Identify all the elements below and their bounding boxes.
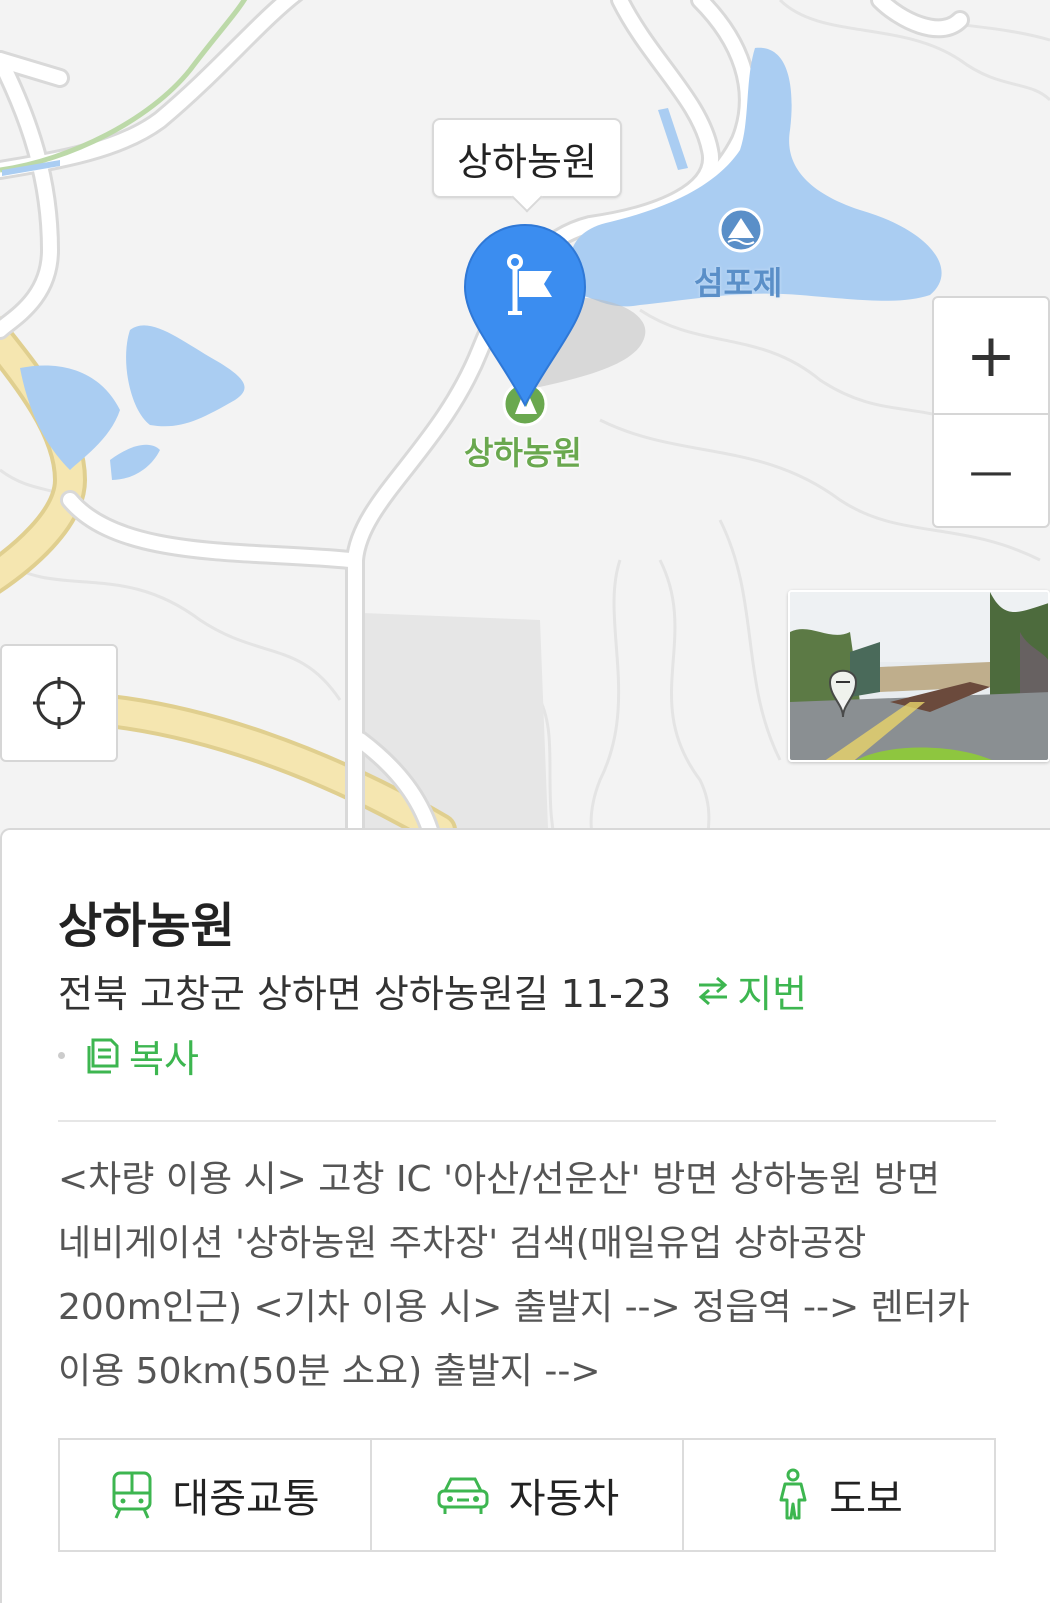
swap-arrows-icon xyxy=(698,976,728,1005)
route-transit-button[interactable]: 대중교통 xyxy=(60,1440,370,1550)
zoom-control: + — xyxy=(932,296,1050,528)
walk-icon xyxy=(779,1468,807,1520)
marker-callout[interactable]: 상하농원 xyxy=(432,118,622,198)
zoom-out-button[interactable]: — xyxy=(934,413,1048,526)
route-walk-label: 도보 xyxy=(829,1476,903,1522)
car-icon xyxy=(437,1477,489,1514)
crosshair-icon xyxy=(33,677,85,729)
route-car-button[interactable]: 자동차 xyxy=(370,1440,682,1550)
current-location-button[interactable] xyxy=(0,644,118,762)
divider xyxy=(58,1120,996,1122)
reservoir-icon xyxy=(718,207,764,253)
minus-icon: — xyxy=(969,446,1013,497)
callout-label: 상하농원 xyxy=(457,139,597,184)
place-title: 상하농원 xyxy=(58,898,235,954)
place-info-panel: 상하농원 전북 고창군 상하면 상하농원길 11-23 지번 복사 <차량 이용… xyxy=(0,828,1050,1603)
map-view[interactable]: 상하농원 상하농원 섬포제 + — xyxy=(0,0,1050,860)
copy-button[interactable]: 복사 xyxy=(85,1028,199,1083)
poi-label[interactable]: 상하농원 xyxy=(464,428,582,474)
bus-icon xyxy=(112,1471,152,1519)
jibun-toggle-button[interactable]: 지번 xyxy=(695,963,807,1018)
street-view-photo xyxy=(790,592,1048,760)
street-view-thumbnail[interactable] xyxy=(788,590,1050,762)
copy-row: 복사 xyxy=(58,1028,199,1083)
copy-icon xyxy=(87,1038,119,1073)
route-car-label: 자동차 xyxy=(508,1476,620,1522)
route-walk-button[interactable]: 도보 xyxy=(682,1440,994,1550)
copy-label: 복사 xyxy=(129,1037,199,1081)
jibun-label: 지번 xyxy=(737,972,808,1016)
zoom-in-button[interactable]: + xyxy=(934,298,1048,413)
address-row: 전북 고창군 상하면 상하농원길 11-23 지번 xyxy=(58,963,807,1018)
directions-description: <차량 이용 시> 고창 IC '아산/선운산' 방면 상하농원 방면 네비게이… xyxy=(58,1159,970,1392)
address-text: 전북 고창군 상하면 상하농원길 11-23 xyxy=(58,972,672,1016)
lake-label: 섬포제 xyxy=(694,264,783,302)
plus-icon: + xyxy=(965,320,1017,391)
route-transit-label: 대중교통 xyxy=(172,1476,320,1522)
bullet-dot xyxy=(58,1052,65,1059)
route-options: 대중교통 자동차 도보 xyxy=(58,1438,996,1552)
